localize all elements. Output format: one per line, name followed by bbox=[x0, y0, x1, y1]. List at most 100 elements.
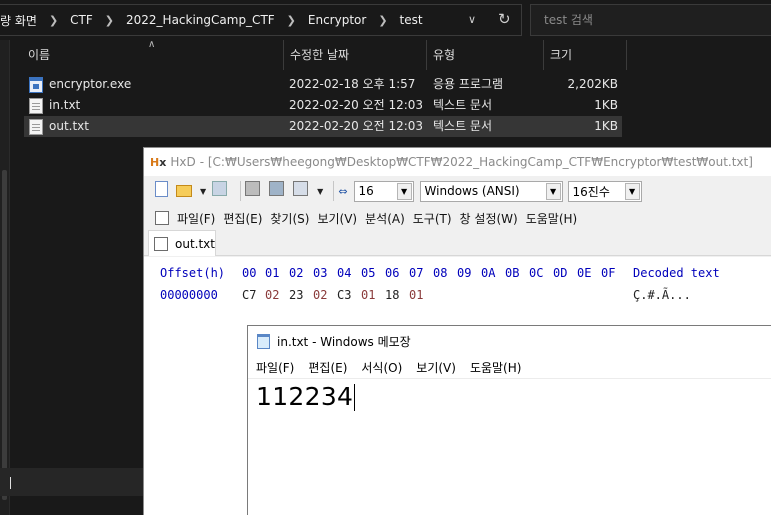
save-button[interactable] bbox=[212, 181, 232, 201]
hex-col-header: 05 bbox=[361, 266, 376, 280]
number-base-select[interactable]: 16진수 ▼ bbox=[567, 180, 642, 202]
file-type: 응용 프로그램 bbox=[433, 77, 504, 91]
row-offset: 00000000 bbox=[160, 288, 218, 302]
search-box[interactable] bbox=[530, 4, 771, 36]
chevron-right-icon: ❯ bbox=[378, 13, 388, 27]
file-size: 1KB bbox=[594, 98, 618, 112]
file-row-encryptor[interactable]: encryptor.exe 2022-02-18 오후 1:57 응용 프로그램… bbox=[24, 74, 622, 95]
hex-col-header: 04 bbox=[337, 266, 352, 280]
menu-window[interactable]: 창 설정(W) bbox=[460, 210, 518, 227]
menu-view[interactable]: 보기(V) bbox=[317, 210, 357, 227]
menu-search[interactable]: 찾기(S) bbox=[270, 210, 309, 227]
file-name: in.txt bbox=[49, 98, 81, 112]
menu-tools[interactable]: 도구(T) bbox=[413, 210, 452, 227]
menu-analysis[interactable]: 분석(A) bbox=[365, 210, 405, 227]
hex-col-header: 06 bbox=[385, 266, 400, 280]
menu-help[interactable]: 도움말(H) bbox=[526, 210, 578, 227]
text-file-icon bbox=[29, 119, 43, 135]
hex-col-header: 03 bbox=[313, 266, 328, 280]
search-input[interactable] bbox=[531, 5, 771, 35]
save-icon bbox=[212, 181, 228, 196]
file-size: 2,202KB bbox=[567, 77, 618, 91]
hex-col-header: 07 bbox=[409, 266, 424, 280]
file-row-in[interactable]: in.txt 2022-02-20 오전 12:03 텍스트 문서 1KB bbox=[24, 95, 622, 116]
hxd-app-name: HxD bbox=[170, 155, 196, 169]
chevron-down-icon[interactable]: ▼ bbox=[624, 182, 640, 200]
encoding-value: Windows (ANSI) bbox=[424, 184, 520, 198]
breadcrumb-ctf[interactable]: CTF bbox=[70, 13, 93, 27]
hxd-title-path: - [C:₩Users₩heegong₩Desktop₩CTF₩2022_Hac… bbox=[199, 155, 753, 169]
navigation-pane bbox=[0, 40, 10, 515]
hxd-menubar: 파일(F) 편집(E) 찾기(S) 보기(V) 분석(A) 도구(T) 창 설정… bbox=[144, 206, 771, 230]
chevron-down-icon[interactable]: ▼ bbox=[200, 187, 206, 196]
hex-col-header: 0B bbox=[505, 266, 520, 280]
breadcrumb-hackingcamp[interactable]: 2022_HackingCamp_CTF bbox=[126, 13, 275, 27]
hex-byte[interactable]: 01 bbox=[361, 288, 375, 302]
file-type: 텍스트 문서 bbox=[433, 119, 493, 133]
breadcrumb-test[interactable]: test bbox=[400, 13, 423, 27]
hex-col-header: 00 bbox=[242, 266, 257, 280]
file-size: 1KB bbox=[594, 119, 618, 133]
encoding-select[interactable]: Windows (ANSI) ▼ bbox=[419, 180, 563, 202]
notepad-menu-edit[interactable]: 편집(E) bbox=[308, 359, 347, 376]
tab-out-txt[interactable]: out.txt bbox=[148, 230, 216, 256]
notepad-menu-format[interactable]: 서식(O) bbox=[361, 359, 402, 376]
column-headers: 이름 수정한 날짜 유형 크기 bbox=[22, 40, 632, 70]
file-date: 2022-02-20 오전 12:03 bbox=[289, 98, 424, 112]
new-file-icon bbox=[155, 181, 168, 197]
hex-byte[interactable]: 01 bbox=[409, 288, 423, 302]
hex-byte[interactable]: C3 bbox=[337, 288, 351, 302]
hex-byte[interactable]: 02 bbox=[313, 288, 327, 302]
nav-pane-bottom bbox=[0, 468, 143, 496]
decoded-text[interactable]: Ç.#.Ã... bbox=[633, 288, 691, 302]
chevron-right-icon: ❯ bbox=[48, 13, 59, 27]
open-ram-button[interactable] bbox=[269, 181, 289, 201]
toolbar-divider bbox=[333, 181, 335, 201]
menu-file[interactable]: 파일(F) bbox=[177, 210, 215, 227]
toolbar-divider bbox=[240, 181, 242, 201]
chevron-down-icon[interactable]: ▼ bbox=[545, 182, 561, 200]
chevron-down-icon[interactable]: ▼ bbox=[396, 182, 412, 200]
menu-edit[interactable]: 편집(E) bbox=[223, 210, 262, 227]
refresh-icon[interactable]: ↻ bbox=[498, 10, 511, 28]
file-name: out.txt bbox=[49, 119, 89, 133]
notepad-title-bar[interactable]: in.txt - Windows 메모장 bbox=[248, 326, 771, 357]
file-date: 2022-02-18 오후 1:57 bbox=[289, 77, 416, 91]
text-file-icon bbox=[29, 98, 43, 114]
chevron-down-icon[interactable]: ▼ bbox=[317, 187, 323, 196]
hex-byte[interactable]: C7 bbox=[242, 288, 256, 302]
notepad-title: in.txt - Windows 메모장 bbox=[277, 335, 411, 349]
hex-byte[interactable]: 18 bbox=[385, 288, 399, 302]
new-file-button[interactable] bbox=[152, 181, 172, 201]
notepad-menu-file[interactable]: 파일(F) bbox=[256, 359, 294, 376]
hex-col-header: 0D bbox=[553, 266, 568, 280]
hex-byte[interactable]: 02 bbox=[265, 288, 279, 302]
column-header-size[interactable]: 크기 bbox=[544, 40, 627, 70]
hxd-logo-icon: Hx bbox=[150, 155, 167, 169]
file-name: encryptor.exe bbox=[49, 77, 132, 91]
open-disk-button[interactable] bbox=[245, 181, 265, 201]
column-header-date[interactable]: 수정한 날짜 bbox=[284, 40, 427, 70]
address-bar[interactable]: 량 화면 ❯ CTF ❯ 2022_HackingCamp_CTF ❯ Encr… bbox=[0, 4, 522, 36]
notepad-menu-help[interactable]: 도움말(H) bbox=[470, 359, 522, 376]
open-file-button[interactable] bbox=[176, 181, 196, 201]
bytes-per-row-select[interactable]: 16 ▼ bbox=[353, 180, 414, 202]
bytes-per-row-value: 16 bbox=[358, 184, 374, 198]
file-tools-button[interactable] bbox=[293, 181, 313, 201]
chevron-down-icon[interactable]: ∨ bbox=[468, 13, 476, 26]
file-tools-icon bbox=[293, 181, 309, 196]
hex-col-header: 02 bbox=[289, 266, 304, 280]
hex-byte[interactable]: 23 bbox=[289, 288, 303, 302]
breadcrumb-encryptor[interactable]: Encryptor bbox=[308, 13, 366, 27]
file-type: 텍스트 문서 bbox=[433, 98, 493, 112]
hxd-title-bar[interactable]: Hx HxD - [C:₩Users₩heegong₩Desktop₩CTF₩2… bbox=[144, 148, 771, 176]
notepad-menu-view[interactable]: 보기(V) bbox=[416, 359, 456, 376]
notepad-window: in.txt - Windows 메모장 파일(F) 편집(E) 서식(O) 보… bbox=[247, 325, 771, 515]
column-header-type[interactable]: 유형 bbox=[427, 40, 544, 70]
hex-col-header: 0A bbox=[481, 266, 496, 280]
breadcrumb-desktop[interactable]: 량 화면 bbox=[0, 12, 37, 29]
nav-scrollbar[interactable] bbox=[2, 170, 7, 500]
notepad-text-area[interactable]: 112234 bbox=[256, 382, 356, 411]
offset-header: Offset(h) bbox=[160, 266, 226, 280]
file-row-out[interactable]: out.txt 2022-02-20 오전 12:03 텍스트 문서 1KB bbox=[24, 116, 622, 137]
